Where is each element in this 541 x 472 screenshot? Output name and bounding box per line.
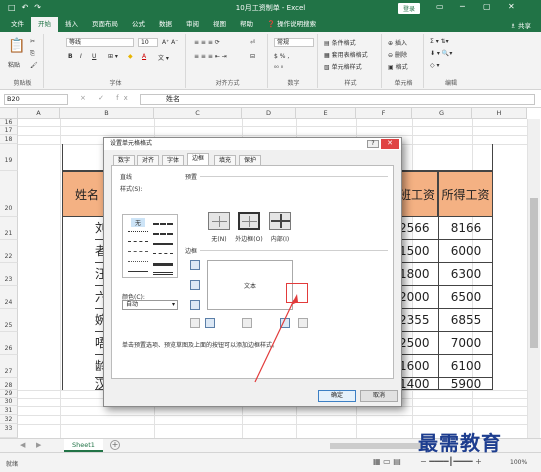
annotation-arrow: [254, 294, 298, 383]
excel-window: □ ↶ ↷ 10月工资制单 - Excel 登录 ▭ ─ ▢ ✕ 文件 开始 插…: [0, 0, 541, 472]
